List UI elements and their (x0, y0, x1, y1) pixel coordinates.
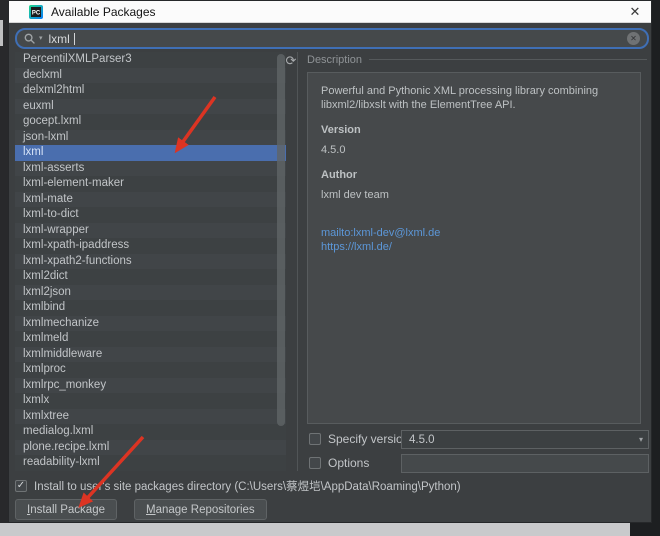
background-scrollbar-fragment (0, 20, 3, 46)
author-label: Author (321, 168, 627, 182)
list-item[interactable]: readability-lxml (15, 455, 286, 471)
list-item[interactable]: lxmlbind (15, 300, 286, 316)
list-item[interactable]: lxml-xpath2-functions (15, 254, 286, 270)
search-value: lxml (49, 32, 70, 46)
list-item[interactable]: json-lxml (15, 130, 286, 146)
list-item[interactable]: lxmlxtree (15, 409, 286, 425)
install-to-user-site-checkbox[interactable]: ✓ (15, 480, 27, 492)
dialog-buttons: Install Package Manage Repositories (15, 499, 267, 520)
search-icon (24, 33, 36, 45)
options-label[interactable]: Options (328, 456, 369, 470)
list-item[interactable]: plone.recipe.lxml (15, 440, 286, 456)
homepage-link[interactable]: https://lxml.de/ (321, 240, 627, 254)
author-value: lxml dev team (321, 188, 627, 202)
list-item[interactable]: gocept.lxml (15, 114, 286, 130)
list-item[interactable]: lxml-wrapper (15, 223, 286, 239)
specify-version-row: Specify version 4.5.0 ▾ (309, 432, 409, 446)
install-to-user-site-row: ✓ Install to user's site packages direct… (15, 478, 461, 494)
options-checkbox[interactable] (309, 457, 321, 469)
list-item[interactable]: lxmlproc (15, 362, 286, 378)
description-header: Description (307, 53, 647, 66)
list-item[interactable]: lxml2json (15, 285, 286, 301)
list-item[interactable]: lxml (15, 145, 286, 161)
list-item[interactable]: lxmlx (15, 393, 286, 409)
version-value: 4.5.0 (321, 143, 627, 157)
list-item[interactable]: lxmlmeld (15, 331, 286, 347)
list-item[interactable]: medialog.lxml (15, 424, 286, 440)
pycharm-icon: PC (29, 5, 43, 19)
available-packages-dialog: PC Available Packages ✕ ▾ lxml ✕ Percent… (8, 0, 652, 523)
list-scrollbar[interactable] (277, 54, 285, 426)
close-icon[interactable]: ✕ (623, 1, 647, 22)
dialog-titlebar: PC Available Packages ✕ (9, 1, 651, 23)
description-title: Description (307, 54, 362, 66)
version-label: Version (321, 123, 627, 137)
panel-divider (297, 52, 298, 471)
package-list: PercentilXMLParser3declxmldelxml2htmleux… (15, 52, 286, 471)
specify-version-label[interactable]: Specify version (328, 432, 409, 446)
list-item[interactable]: delxml2html (15, 83, 286, 99)
description-panel: Description Powerful and Pythonic XML pr… (301, 52, 647, 471)
mailto-link[interactable]: mailto:lxml-dev@lxml.de (321, 226, 627, 240)
package-summary: Powerful and Pythonic XML processing lib… (321, 84, 633, 112)
list-item[interactable]: lxml-element-maker (15, 176, 286, 192)
options-input[interactable] (401, 454, 649, 473)
list-item[interactable]: lxmlmechanize (15, 316, 286, 332)
background-window-strip (0, 0, 8, 536)
install-to-user-site-label[interactable]: Install to user's site packages director… (34, 478, 461, 494)
text-cursor (74, 33, 76, 45)
version-dropdown[interactable]: 4.5.0 ▾ (401, 430, 649, 449)
background-window-bottom (0, 523, 630, 536)
chevron-down-icon: ▾ (639, 435, 643, 444)
list-item[interactable]: lxml-to-dict (15, 207, 286, 223)
search-input[interactable]: ▾ lxml ✕ (15, 28, 649, 49)
list-item[interactable]: euxml (15, 99, 286, 115)
clear-search-icon[interactable]: ✕ (627, 32, 640, 45)
list-item[interactable]: lxml-asserts (15, 161, 286, 177)
install-package-button[interactable]: Install Package (15, 499, 117, 520)
dialog-title: Available Packages (51, 5, 156, 19)
list-item[interactable]: PercentilXMLParser3 (15, 52, 286, 68)
list-item[interactable]: lxml-mate (15, 192, 286, 208)
list-item[interactable]: lxmlmiddleware (15, 347, 286, 363)
version-dropdown-value: 4.5.0 (409, 434, 435, 446)
svg-text:PC: PC (32, 10, 41, 16)
specify-version-checkbox[interactable] (309, 433, 321, 445)
list-item[interactable]: lxml-xpath-ipaddress (15, 238, 286, 254)
description-content: Powerful and Pythonic XML processing lib… (307, 72, 641, 424)
list-item[interactable]: lxml2dict (15, 269, 286, 285)
package-links: mailto:lxml-dev@lxml.de https://lxml.de/ (321, 226, 627, 254)
search-history-caret-icon[interactable]: ▾ (39, 35, 43, 42)
options-row: Options (309, 456, 369, 470)
list-item[interactable]: declxml (15, 68, 286, 84)
package-list-rows: PercentilXMLParser3declxmldelxml2htmleux… (15, 52, 286, 471)
manage-repositories-button[interactable]: Manage Repositories (134, 499, 267, 520)
list-item[interactable]: lxmlrpc_monkey (15, 378, 286, 394)
